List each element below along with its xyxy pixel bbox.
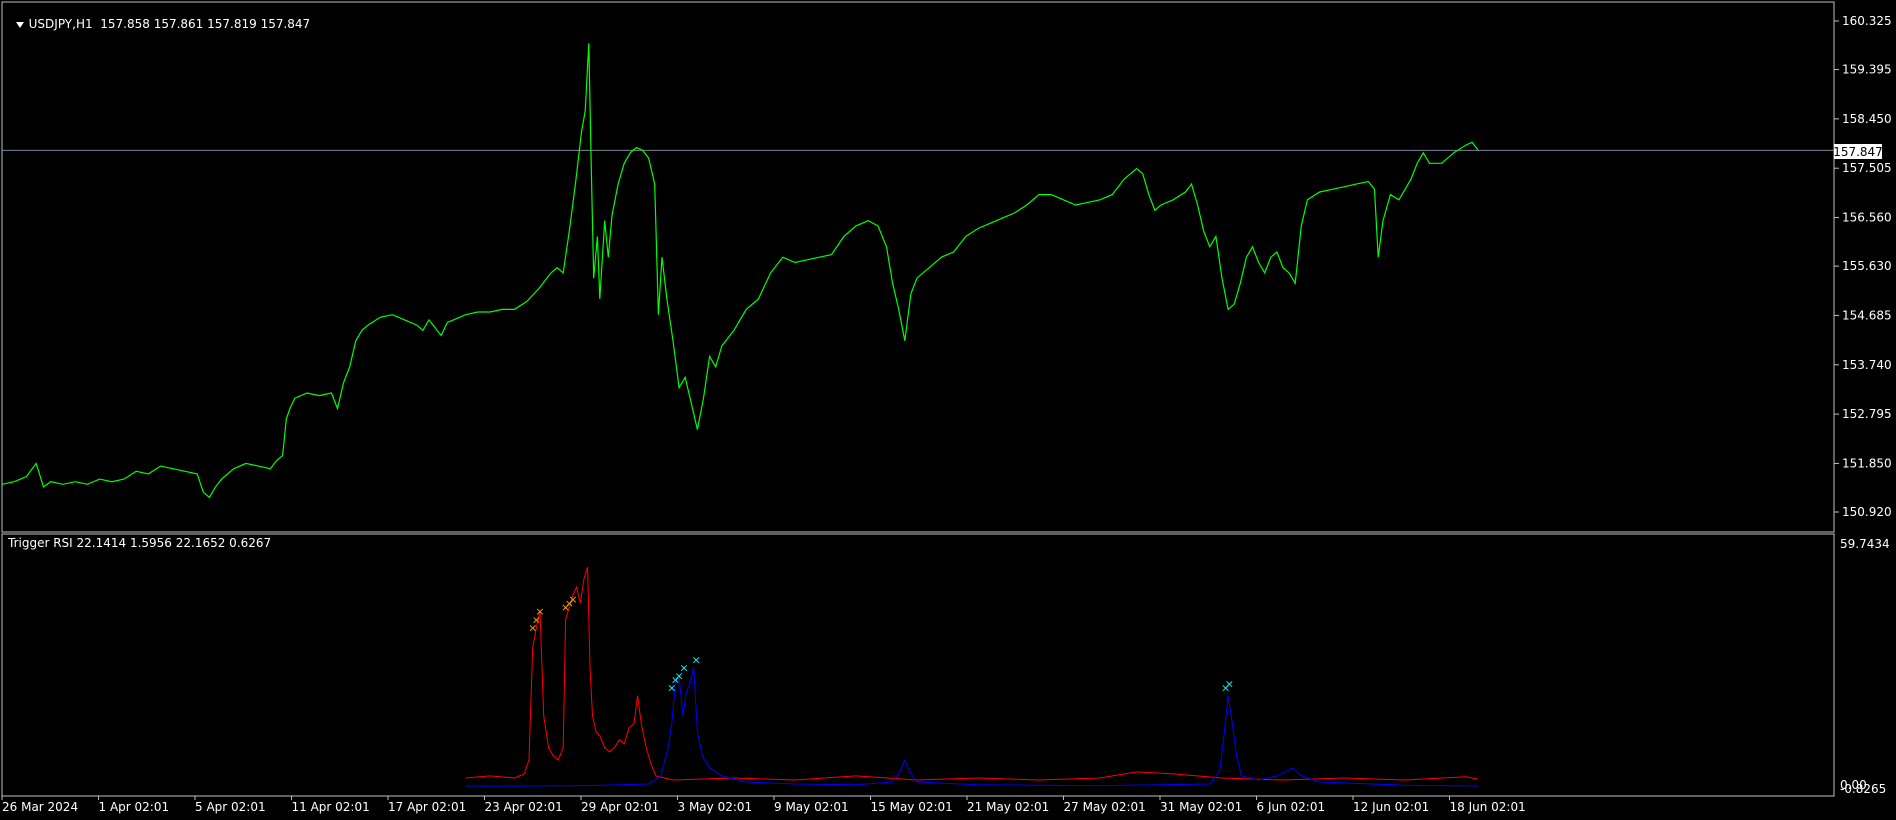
price-tick-label: 157.505 xyxy=(1842,161,1892,175)
indicator-panel-border xyxy=(1,533,1835,797)
signal-marker: × xyxy=(1225,678,1234,691)
time-tick-label: 18 Jun 02:01 xyxy=(1450,800,1526,814)
current-price-label: 157.847 xyxy=(1833,145,1883,159)
dropdown-triangle-icon[interactable] xyxy=(15,21,24,28)
rsi-red-series-line xyxy=(465,566,1479,781)
indicator-scale-bottom: -0.8265 xyxy=(1840,782,1886,796)
time-tick-label: 27 May 02:01 xyxy=(1064,800,1146,814)
rsi-blue-series-line xyxy=(465,667,1479,787)
price-tick-label: 158.450 xyxy=(1842,112,1892,126)
time-tick-label: 9 May 02:01 xyxy=(774,800,849,814)
price-series-line xyxy=(1,43,1479,499)
signal-marker: × xyxy=(679,661,688,674)
signal-marker: × xyxy=(568,593,577,606)
time-tick-label: 1 Apr 02:01 xyxy=(99,800,170,814)
time-tick-label: 23 Apr 02:01 xyxy=(485,800,563,814)
time-tick-label: 17 Apr 02:01 xyxy=(388,800,466,814)
time-tick-label: 21 May 02:01 xyxy=(967,800,1049,814)
time-tick-label: 5 Apr 02:01 xyxy=(195,800,266,814)
signal-marker: × xyxy=(692,653,701,666)
price-tick-label: 154.685 xyxy=(1842,308,1892,322)
price-tick-label: 151.850 xyxy=(1842,456,1892,470)
price-tick-label: 152.795 xyxy=(1842,407,1892,421)
price-tick-label: 156.560 xyxy=(1842,211,1892,225)
price-tick-label: 153.740 xyxy=(1842,358,1892,372)
indicator-title: Trigger RSI 22.1414 1.5956 22.1652 0.626… xyxy=(8,536,272,550)
main-panel-border xyxy=(1,1,1835,533)
symbol-info: USDJPY,H1 157.858 157.861 157.819 157.84… xyxy=(8,3,310,31)
time-tick-label: 31 May 02:01 xyxy=(1160,800,1242,814)
price-tick-label: 160.325 xyxy=(1842,14,1892,28)
ohlc-label: 157.858 157.861 157.819 157.847 xyxy=(100,17,311,31)
time-tick-label: 11 Apr 02:01 xyxy=(292,800,370,814)
time-tick-label: 29 Apr 02:01 xyxy=(581,800,659,814)
symbol-label: USDJPY,H1 xyxy=(28,17,93,31)
price-tick-label: 159.395 xyxy=(1842,63,1892,77)
time-tick-label: 26 Mar 2024 xyxy=(2,800,78,814)
signal-marker: × xyxy=(535,605,544,618)
price-tick-label: 150.920 xyxy=(1842,505,1892,519)
time-tick-label: 3 May 02:01 xyxy=(678,800,753,814)
indicator-scale-top: 59.7434 xyxy=(1840,537,1890,551)
trading-chart[interactable]: 160.325 159.395 158.450 157.505 156.560 155.6… xyxy=(0,0,1896,820)
price-tick-label: 155.630 xyxy=(1842,259,1892,273)
time-tick-label: 12 Jun 02:01 xyxy=(1353,800,1429,814)
time-tick-label: 15 May 02:01 xyxy=(871,800,953,814)
time-tick-label: 6 Jun 02:01 xyxy=(1257,800,1326,814)
